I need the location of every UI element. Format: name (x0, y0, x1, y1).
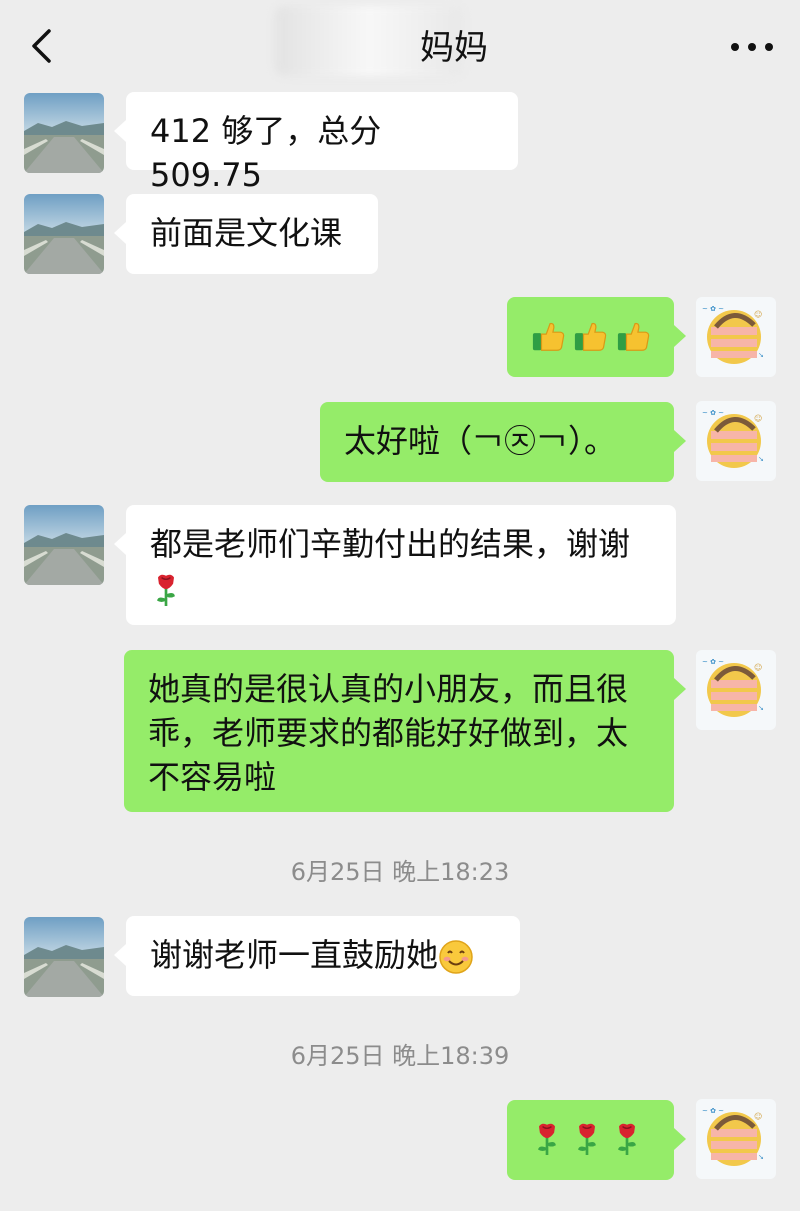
contact-avatar[interactable] (24, 93, 104, 173)
contact-avatar[interactable] (24, 505, 104, 585)
message-line: 不容易啦 (148, 758, 277, 796)
thumbs-up-icon (616, 318, 650, 354)
timestamp: 6月25日 晚上18:39 (290, 1042, 510, 1070)
self-avatar[interactable] (696, 401, 776, 481)
self-avatar[interactable] (696, 650, 776, 730)
rose-icon (150, 571, 182, 609)
rose-icon (571, 1120, 603, 1158)
rose-icon (611, 1120, 643, 1158)
contact-avatar[interactable] (24, 194, 104, 274)
chat-area[interactable]: 412 够了，总分 509.75 前面是文化课 太好啦（￢㉨￢）。 都是老师们辛… (0, 92, 800, 1211)
message-bubble-received[interactable]: 412 够了，总分 509.75 (114, 92, 518, 194)
timestamp: 6月25日 晚上18:23 (290, 858, 510, 886)
message-text: 都是老师们辛勤付出的结果，谢谢 (150, 525, 631, 563)
thumbs-up-icon (573, 318, 607, 354)
thumbs-up-icon (531, 318, 565, 354)
chat-title: 妈妈 (420, 28, 488, 68)
chat-header: 妈妈 (0, 0, 800, 92)
message-bubble-sent[interactable]: 她真的是很认真的小朋友，而且很 乖，老师要求的都能好好做到，太 不容易啦 (124, 650, 686, 812)
self-avatar[interactable] (696, 297, 776, 377)
message-line: 她真的是很认真的小朋友，而且很 (148, 670, 629, 708)
message-bubble-received[interactable]: 都是老师们辛勤付出的结果，谢谢 (114, 505, 676, 625)
chevron-left-icon[interactable] (22, 26, 62, 66)
message-bubble-received[interactable]: 前面是文化课 (114, 194, 378, 274)
message-bubble-sent[interactable] (507, 1100, 686, 1180)
message-bubble-sent[interactable] (507, 297, 686, 377)
self-avatar[interactable] (696, 1099, 776, 1179)
message-line: 乖，老师要求的都能好好做到，太 (148, 714, 629, 752)
contact-avatar[interactable] (24, 917, 104, 997)
message-text: 谢谢老师一直鼓励她 (150, 936, 439, 974)
message-bubble-sent[interactable]: 太好啦（￢㉨￢）。 (320, 402, 686, 482)
smiling-face-icon (438, 939, 474, 975)
more-dots-icon[interactable] (722, 30, 782, 64)
rose-icon (531, 1120, 563, 1158)
message-bubble-received[interactable]: 谢谢老师一直鼓励她 (114, 916, 520, 996)
